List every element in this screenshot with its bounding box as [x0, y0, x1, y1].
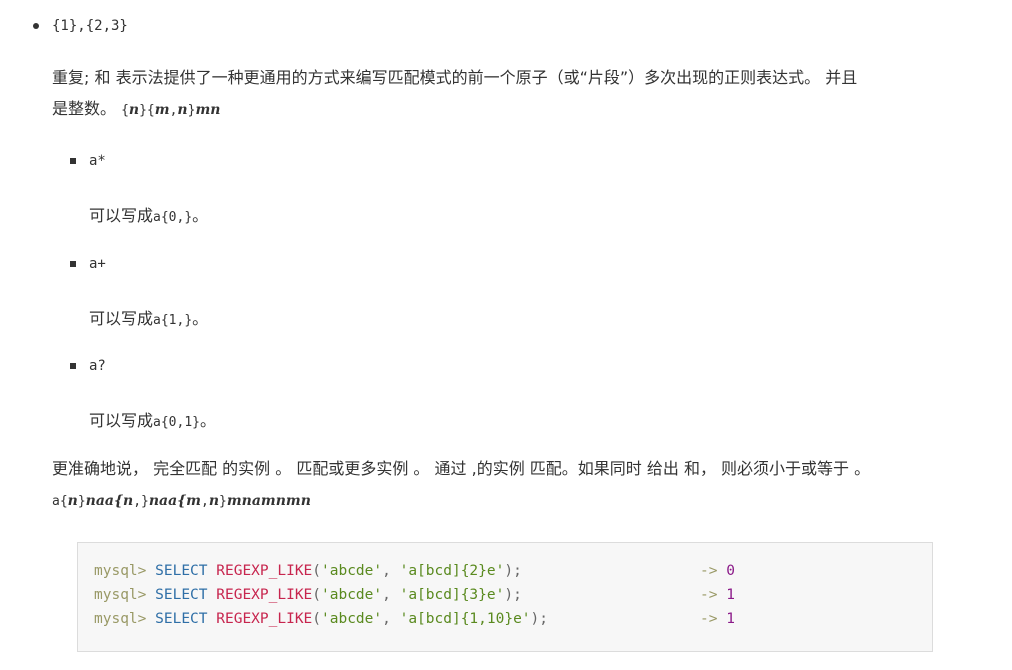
- code-prompt: mysql>: [94, 587, 147, 603]
- code-string: 'abcde': [321, 611, 383, 627]
- code-result: -> 1: [700, 611, 735, 627]
- sub-list-item: a+: [89, 256, 106, 272]
- code-part: }{: [139, 103, 155, 118]
- code-var: naa{: [148, 493, 187, 509]
- code-punct: ,: [382, 587, 400, 603]
- bullet-square: [70, 363, 76, 369]
- inline-code: a{0,1}: [153, 415, 200, 430]
- code-arrow: ->: [700, 587, 718, 603]
- code-punct: ,: [382, 611, 400, 627]
- code-string: 'abcde': [321, 587, 383, 603]
- code-part: }: [219, 494, 227, 509]
- paragraph-repetition: 重复; 和 表示法提供了一种更通用的方式来编写匹配模式的前一个原子（或“片段”）…: [52, 62, 952, 126]
- code-var: mnamnmn: [226, 493, 311, 509]
- code-var: mn: [195, 102, 221, 118]
- sub-list-item: a?: [89, 358, 106, 374]
- description-text: 可以写成: [89, 206, 154, 225]
- inline-code: a{1,}: [153, 313, 193, 328]
- code-var: n: [67, 493, 78, 509]
- bullet-disc: [33, 23, 39, 29]
- code-function: REGEXP_LIKE: [216, 611, 313, 627]
- code-result-value: 0: [726, 563, 735, 579]
- paragraph-line: 重复; 和 表示法提供了一种更通用的方式来编写匹配模式的前一个原子（或“片段”）…: [52, 68, 858, 87]
- code-line: mysql> SELECT REGEXP_LIKE('abcde', 'a[bc…: [94, 611, 548, 627]
- code-arrow: ->: [700, 611, 718, 627]
- code-line: mysql> SELECT REGEXP_LIKE('abcde', 'a[bc…: [94, 563, 522, 579]
- code-part: ,}: [133, 494, 149, 509]
- code-var: m: [154, 102, 170, 118]
- code-string: 'a[bcd]{2}e': [399, 563, 505, 579]
- code-var: naa{: [85, 493, 123, 509]
- code-part: {: [121, 103, 129, 118]
- code-result: -> 1: [700, 587, 735, 603]
- bullet-square: [70, 261, 76, 267]
- bullet-square: [70, 158, 76, 164]
- code-punct: );: [504, 563, 522, 579]
- code-result: -> 0: [700, 563, 735, 579]
- code-punct: );: [504, 587, 522, 603]
- code-function: REGEXP_LIKE: [216, 563, 313, 579]
- description-text: 。: [199, 411, 216, 430]
- paragraph-text: 是整数。: [52, 99, 122, 118]
- code-var: n: [128, 102, 140, 118]
- paragraph-precision: 更准确地说， 完全匹配 的实例 。 匹配或更多实例 。 通过 ,的实例 匹配。如…: [52, 453, 952, 517]
- code-arrow: ->: [700, 563, 718, 579]
- code-prompt: mysql>: [94, 563, 147, 579]
- code-prompt: mysql>: [94, 611, 147, 627]
- description-text: 。: [192, 206, 209, 225]
- code-line: mysql> SELECT REGEXP_LIKE('abcde', 'a[bc…: [94, 587, 522, 603]
- inline-code: {n}{m,n}mn: [121, 102, 221, 118]
- code-part: }: [77, 494, 86, 509]
- inline-code: a{n}naa{n,}naa{m,n}mnamnmn: [52, 493, 311, 509]
- code-var: n: [208, 493, 220, 509]
- code-part: ,: [201, 494, 209, 509]
- description-text: 可以写成: [89, 411, 154, 430]
- paragraph-line: 更准确地说， 完全匹配 的实例 。 匹配或更多实例 。 通过 ,的实例 匹配。如…: [52, 459, 871, 478]
- code-keyword: SELECT: [155, 563, 208, 579]
- code-var: n: [123, 493, 134, 509]
- code-var: n: [177, 102, 188, 118]
- code-string: 'a[bcd]{3}e': [399, 587, 505, 603]
- code-keyword: SELECT: [155, 587, 208, 603]
- sub-list-item: a*: [89, 153, 106, 169]
- sub-item-description: 可以写成a{0,}。: [89, 202, 208, 226]
- code-punct: (: [312, 563, 322, 579]
- code-string: 'a[bcd]{1,10}e': [399, 611, 531, 627]
- sub-item-description: 可以写成a{1,}。: [89, 305, 208, 329]
- sub-item-description: 可以写成a{0,1}。: [89, 407, 216, 431]
- code-block: mysql> SELECT REGEXP_LIKE('abcde', 'a[bc…: [77, 542, 933, 652]
- code-string: 'abcde': [321, 563, 383, 579]
- code-punct: ,: [382, 563, 400, 579]
- code-punct: (: [312, 611, 322, 627]
- inline-code: a{0,}: [153, 210, 193, 225]
- code-punct: (: [312, 587, 322, 603]
- description-text: 。: [192, 309, 209, 328]
- code-punct: );: [530, 611, 549, 627]
- code-function: REGEXP_LIKE: [216, 587, 313, 603]
- code-result-value: 1: [726, 611, 735, 627]
- code-keyword: SELECT: [155, 611, 208, 627]
- paragraph-line: a{n}naa{n,}naa{m,n}mnamnmn: [52, 484, 952, 517]
- code-result-value: 1: [726, 587, 735, 603]
- code-var: m: [186, 493, 201, 509]
- code-part: a{: [52, 494, 68, 509]
- top-list-item: {1},{2,3}: [52, 18, 128, 34]
- paragraph-line: 是整数。 {n}{m,n}mn: [52, 93, 952, 126]
- description-text: 可以写成: [89, 309, 154, 328]
